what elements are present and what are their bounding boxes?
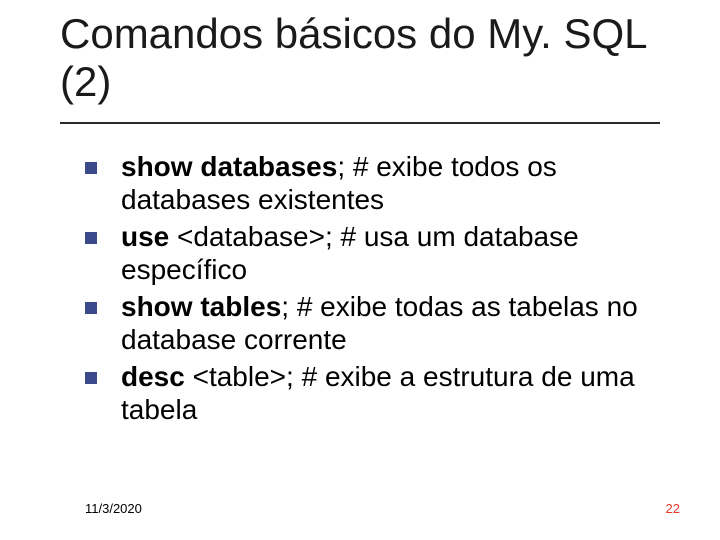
slide-title: Comandos básicos do My. SQL (2) (60, 10, 660, 107)
list-item-bold: use (121, 221, 169, 252)
list-item: use <database>; # usa um database especí… (85, 220, 655, 286)
footer-page-number: 22 (666, 501, 680, 516)
list-item-bold: show databases (121, 151, 337, 182)
list-item: show databases; # exibe todos os databas… (85, 150, 655, 216)
list-item: desc <table>; # exibe a estrutura de uma… (85, 360, 655, 426)
list-item-text: <table>; # exibe a estrutura de uma tabe… (121, 361, 635, 425)
bullet-icon (85, 302, 97, 314)
list-item-text: <database>; # usa um database específico (121, 221, 579, 285)
list-item-bold: desc (121, 361, 185, 392)
title-underline (60, 122, 660, 124)
footer-date: 11/3/2020 (85, 501, 142, 516)
bullet-icon (85, 162, 97, 174)
bullet-icon (85, 232, 97, 244)
slide: Comandos básicos do My. SQL (2) show dat… (0, 0, 720, 540)
list-item-bold: show tables (121, 291, 281, 322)
bullet-icon (85, 372, 97, 384)
slide-body: show databases; # exibe todos os databas… (85, 150, 655, 430)
list-item: show tables; # exibe todas as tabelas no… (85, 290, 655, 356)
